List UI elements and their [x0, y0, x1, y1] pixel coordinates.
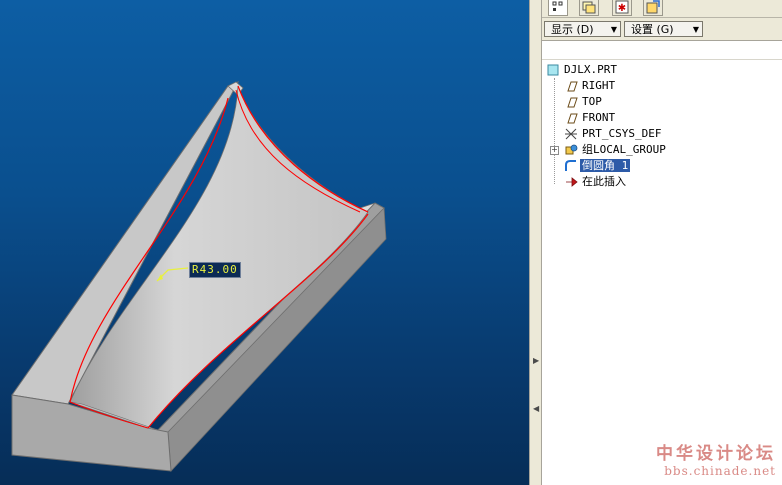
watermark-title: 中华设计论坛	[656, 444, 776, 464]
panel-header-strip	[542, 41, 782, 60]
tree-item-round-1[interactable]: 倒圆角 1	[564, 158, 631, 174]
tree-item-right[interactable]: RIGHT	[564, 78, 617, 94]
layers-tab[interactable]	[579, 0, 599, 16]
forum-watermark: 中华设计论坛 bbs.chinade.net	[656, 439, 776, 478]
expand-group-icon[interactable]: +	[550, 146, 559, 155]
tree-item-label: 在此插入	[582, 175, 626, 188]
tree-item-label: TOP	[582, 95, 602, 108]
tree-item-label: 组LOCAL_GROUP	[582, 143, 666, 156]
chevron-down-icon: ▼	[692, 25, 699, 34]
part-icon	[546, 63, 562, 77]
panel-splitter[interactable]: ▶ ◀	[529, 0, 542, 485]
tree-guide-line	[554, 78, 556, 184]
settings-menu-label: 设置 (G)	[631, 23, 674, 36]
connections-icon	[646, 0, 660, 14]
tree-item-insert-here[interactable]: 在此插入	[564, 174, 628, 190]
favorites-tab[interactable]: ✱	[612, 0, 632, 16]
show-menu-button[interactable]: 显示 (D) ▼	[544, 21, 621, 37]
tree-item-label: RIGHT	[582, 79, 616, 92]
datum-plane-icon	[564, 79, 580, 93]
datum-plane-icon	[564, 95, 580, 109]
tree-root-part[interactable]: DJLX.PRT	[546, 62, 619, 78]
tree-item-top[interactable]: TOP	[564, 94, 604, 110]
tree-item-label: PRT_CSYS_DEF	[582, 127, 662, 140]
graphics-viewport[interactable]: R43.00	[0, 0, 529, 485]
tree-item-label: DJLX.PRT	[564, 63, 617, 76]
settings-menu-button[interactable]: 设置 (G) ▼	[624, 21, 703, 37]
radius-dimension-label[interactable]: R43.00	[189, 262, 241, 278]
watermark-url: bbs.chinade.net	[664, 464, 776, 478]
tree-item-front[interactable]: FRONT	[564, 110, 617, 126]
model-tree-tab[interactable]	[548, 0, 568, 16]
tree-item-csys[interactable]: PRT_CSYS_DEF	[564, 126, 663, 142]
group-icon	[564, 143, 580, 157]
navigator-tabs: ✱	[542, 0, 782, 18]
favorites-icon: ✱	[615, 0, 629, 14]
insert-here-icon	[564, 175, 580, 189]
navigator-toolbar: 显示 (D) ▼ 设置 (G) ▼	[542, 18, 782, 41]
model-tree-icon	[552, 1, 563, 11]
chevron-down-icon: ▼	[610, 25, 617, 34]
layers-icon	[582, 1, 596, 14]
tree-item-local-group[interactable]: 组LOCAL_GROUP	[564, 142, 668, 158]
tree-item-label: 倒圆角 1	[580, 159, 631, 172]
connections-tab[interactable]	[643, 0, 663, 16]
datum-plane-icon	[564, 111, 580, 125]
collapse-left-icon[interactable]: ◀	[533, 404, 539, 413]
tree-item-label: FRONT	[582, 111, 616, 124]
round-icon	[564, 159, 580, 173]
navigator-panel: ✱ 显示 (D) ▼ 设置 (G) ▼ DJLX.PRT RIGHT TOP F…	[542, 0, 782, 485]
part-model[interactable]	[0, 0, 529, 485]
coordinate-system-icon	[564, 127, 580, 141]
expand-right-icon[interactable]: ▶	[533, 356, 539, 365]
show-menu-label: 显示 (D)	[551, 23, 594, 36]
svg-text:✱: ✱	[618, 3, 626, 14]
